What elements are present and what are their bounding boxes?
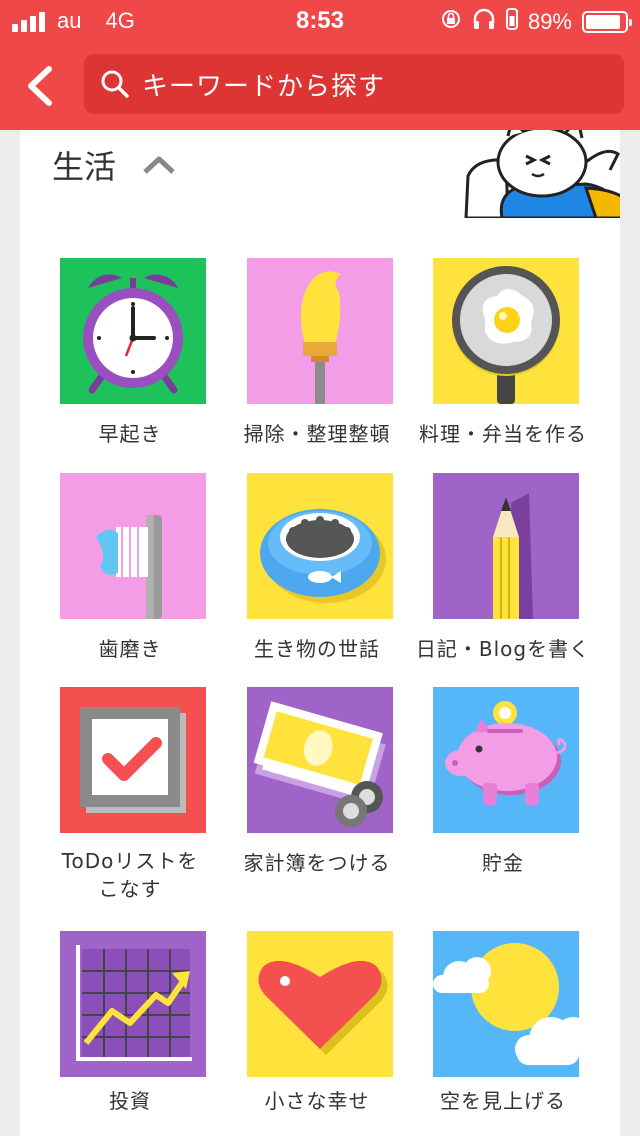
back-button[interactable] xyxy=(14,58,64,114)
category-label: 貯金 xyxy=(482,851,524,875)
piggy-bank-icon xyxy=(433,687,579,833)
chevron-up-icon xyxy=(143,156,175,174)
nav-bar: キーワードから探す xyxy=(0,42,640,130)
rotation-lock-icon xyxy=(440,8,462,36)
section-header[interactable]: 生活 xyxy=(52,142,176,188)
toothbrush-icon xyxy=(60,473,206,619)
category-label: 生き物の世話 xyxy=(254,637,380,661)
charging-icon xyxy=(505,7,518,37)
frying-pan-egg-icon xyxy=(433,258,579,404)
checkbox-icon xyxy=(60,687,206,833)
category-tile[interactable]: 家計簿をつける xyxy=(227,687,407,907)
sun-cloud-icon xyxy=(433,931,579,1077)
money-coins-icon xyxy=(247,687,393,833)
category-tile[interactable]: 掃除・整理整頓 xyxy=(227,258,407,478)
category-tile[interactable]: 投資 xyxy=(40,931,220,1136)
category-tile[interactable]: 歯磨き xyxy=(40,473,220,693)
battery-icon xyxy=(582,11,632,33)
category-label: 料理・弁当を作る xyxy=(419,422,587,446)
pet-bowl-icon xyxy=(247,473,393,619)
battery-percentage: 89% xyxy=(527,9,572,34)
category-label: 投資 xyxy=(109,1089,151,1113)
category-label: 小さな幸せ xyxy=(264,1089,370,1113)
category-label: 掃除・整理整頓 xyxy=(243,422,391,446)
category-tile[interactable]: 貯金 xyxy=(413,687,593,907)
category-label: 早起き xyxy=(98,422,162,446)
category-panel: 生活 早起き 掃除・整理整頓 料理・弁当を作る 歯磨き 生き物の世話 日記・Bl… xyxy=(20,130,620,1136)
category-tile[interactable]: 早起き xyxy=(40,258,220,478)
search-input[interactable]: キーワードから探す xyxy=(84,54,624,114)
category-tile[interactable]: 小さな幸せ xyxy=(227,931,407,1136)
paintbrush-icon xyxy=(247,258,393,404)
category-tile[interactable]: 日記・Blogを書く xyxy=(413,473,593,693)
heart-icon xyxy=(247,931,393,1077)
growth-chart-icon xyxy=(60,931,206,1077)
alarm-clock-icon xyxy=(60,258,206,404)
category-tile[interactable]: 空を見上げる xyxy=(413,931,593,1136)
cat-mascot-illustration xyxy=(464,130,620,218)
headphones-icon xyxy=(472,8,496,36)
category-label: 家計簿をつける xyxy=(243,851,391,875)
category-label: 空を見上げる xyxy=(440,1089,566,1113)
category-tile[interactable]: 料理・弁当を作る xyxy=(413,258,593,478)
category-tile[interactable]: 生き物の世話 xyxy=(227,473,407,693)
chevron-left-icon xyxy=(28,66,52,106)
search-icon xyxy=(101,70,129,98)
section-title: 生活 xyxy=(52,148,117,186)
status-bar: au 4G 8:53 89% xyxy=(0,0,640,42)
search-placeholder: キーワードから探す xyxy=(142,71,386,102)
category-tile[interactable]: ToDoリストを こなす xyxy=(40,687,220,907)
category-label: ToDoリストを こなす xyxy=(61,849,199,901)
category-label: 日記・Blogを書く xyxy=(415,637,591,661)
pencil-icon xyxy=(433,473,579,619)
category-label: 歯磨き xyxy=(98,637,162,661)
